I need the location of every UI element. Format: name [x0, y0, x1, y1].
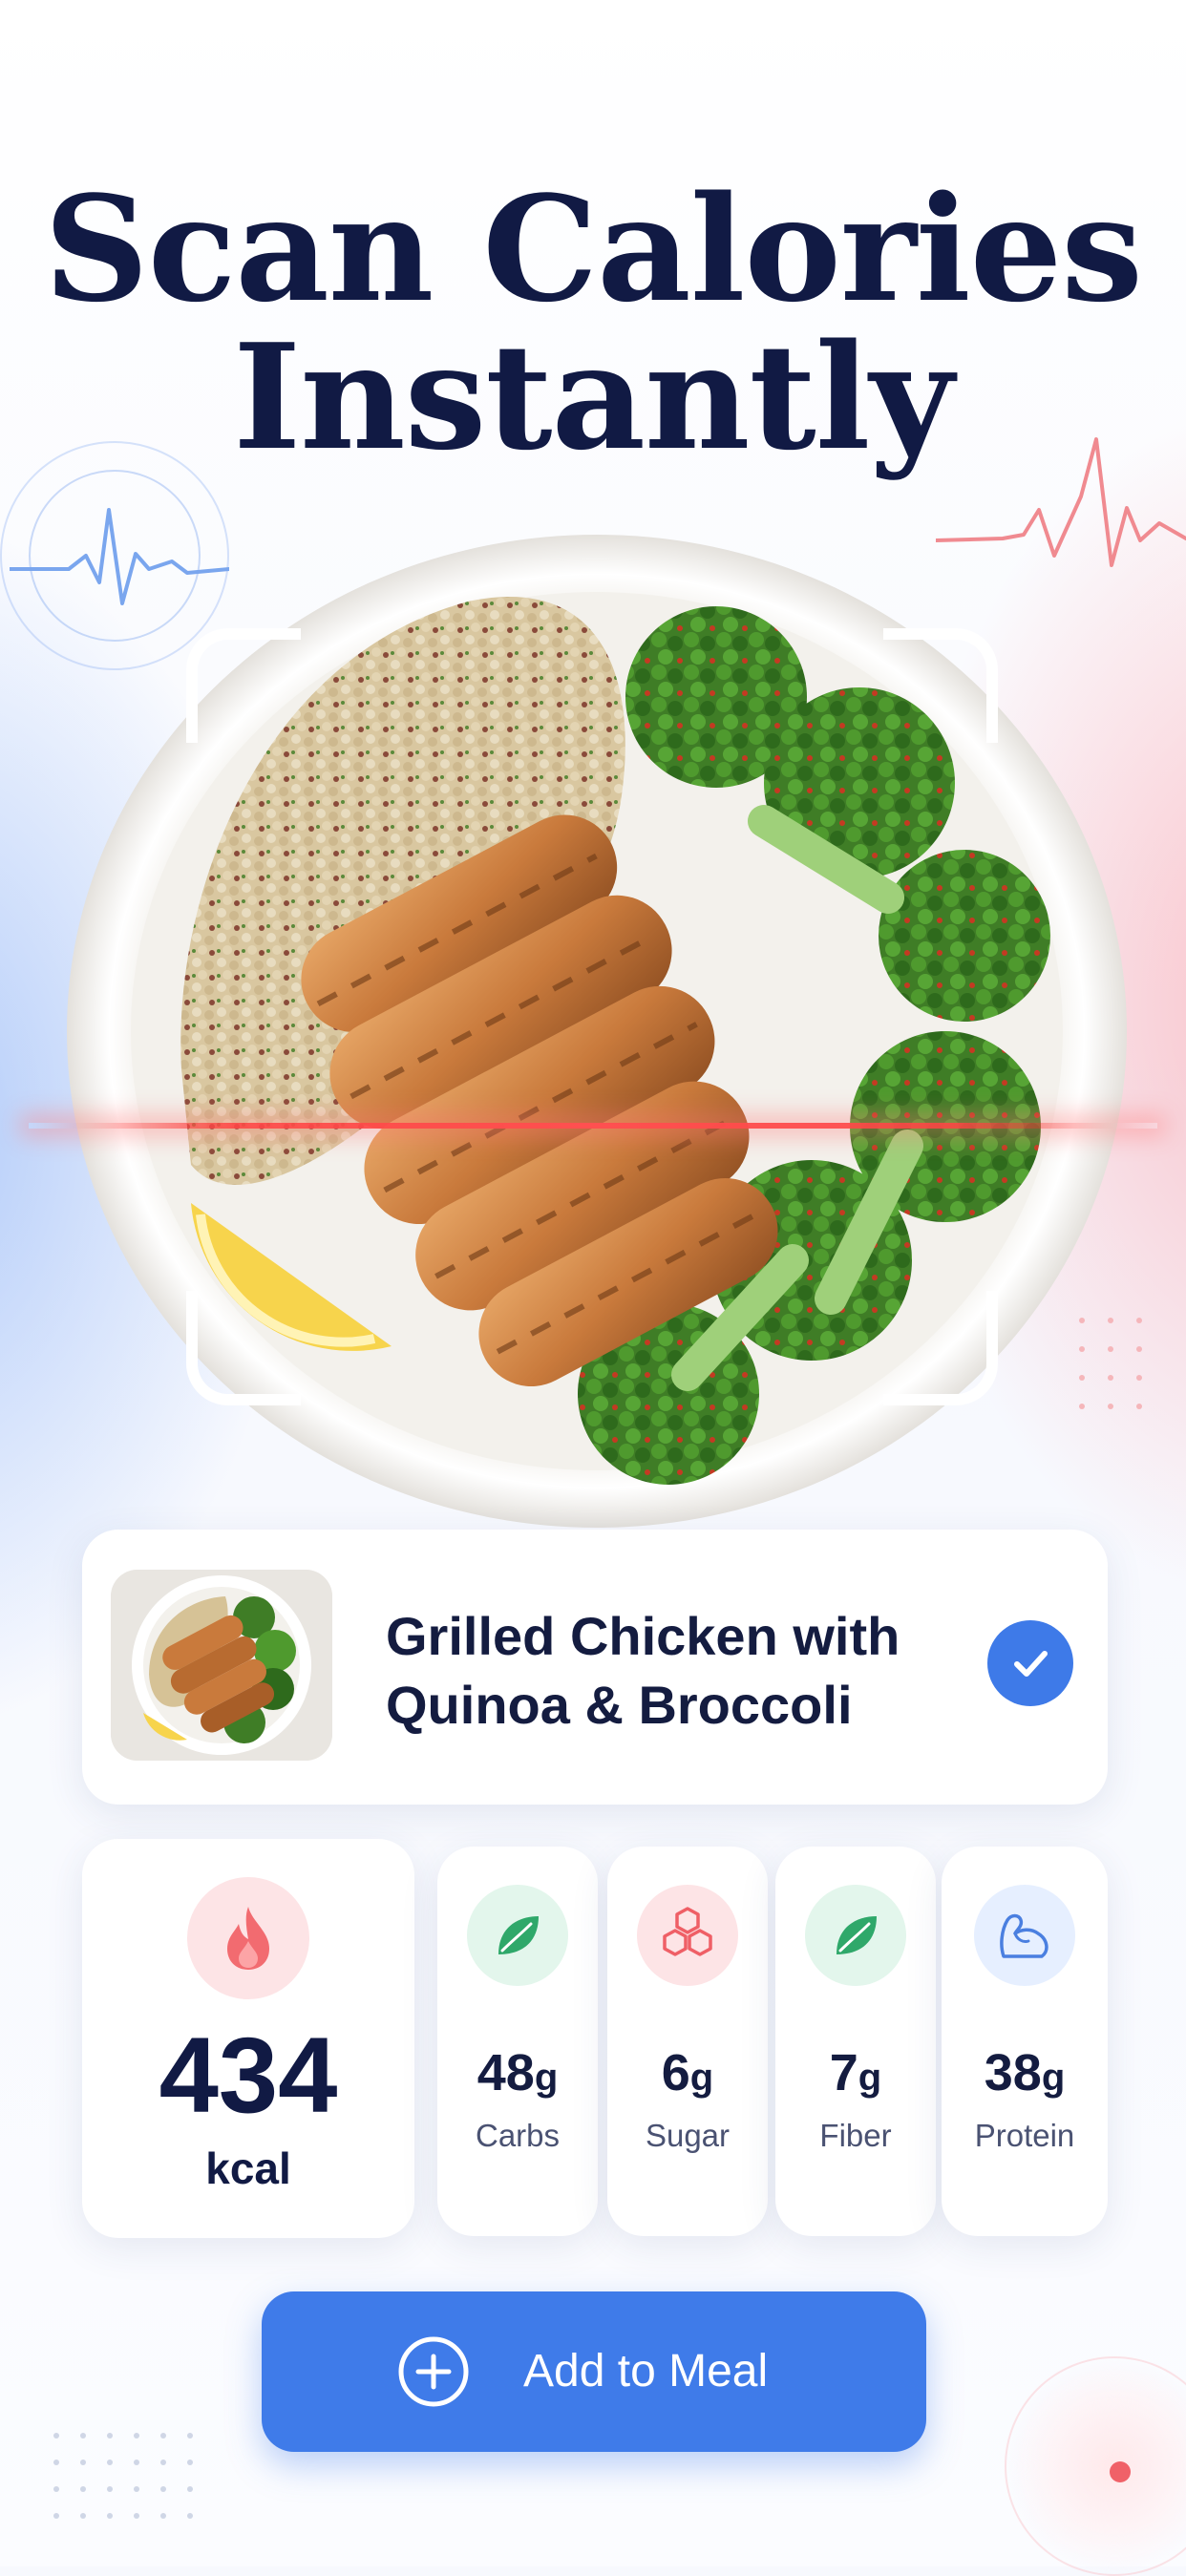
calories-unit: kcal — [205, 2143, 291, 2193]
add-to-meal-button[interactable]: Add to Meal — [262, 2291, 926, 2452]
carbs-label: Carbs — [475, 2118, 561, 2153]
scan-frame-corner-bottom-left — [186, 1291, 301, 1405]
fiber-value: 7g — [829, 2044, 882, 2101]
protein-value: 38g — [984, 2044, 1066, 2101]
calories-card: 434 kcal — [82, 1839, 414, 2238]
protein-icon-badge — [974, 1885, 1075, 1986]
record-dot-icon — [1110, 2461, 1131, 2482]
add-to-meal-label: Add to Meal — [523, 2346, 769, 2397]
fiber-label: Fiber — [819, 2118, 892, 2153]
sugar-value: 6g — [661, 2044, 714, 2101]
meal-name-line-2: Quinoa & Broccoli — [386, 1675, 853, 1735]
verified-check-button[interactable] — [987, 1620, 1073, 1706]
nutrient-card-fiber: 7g Fiber — [775, 1847, 936, 2236]
nutrient-card-protein: 38g Protein — [942, 1847, 1108, 2236]
carbs-icon-badge — [467, 1885, 568, 1986]
headline-line-2: Instantly — [233, 311, 954, 482]
fiber-icon-badge — [805, 1885, 906, 1986]
meal-result-card[interactable]: Grilled Chicken with Quinoa & Broccoli — [82, 1530, 1108, 1805]
headline-line-1: Scan Calories — [44, 163, 1143, 334]
plus-circle-icon — [398, 2336, 469, 2407]
flame-icon — [227, 1907, 269, 1970]
nutrient-card-carbs: 48g Carbs — [437, 1847, 598, 2236]
scan-frame-corner-top-right — [883, 628, 998, 743]
sugar-icon-badge — [637, 1885, 738, 1986]
scan-frame-corner-bottom-right — [883, 1291, 998, 1405]
leaf-icon — [498, 1916, 539, 1954]
scan-line — [29, 1123, 1157, 1129]
leaf-icon — [837, 1916, 877, 1954]
scan-frame-corner-top-left — [186, 628, 301, 743]
dot-grid-decoration-left — [53, 2433, 216, 2538]
calories-value: 434 — [159, 2016, 338, 2135]
meal-name-line-1: Grilled Chicken with — [386, 1606, 900, 1666]
meal-name: Grilled Chicken with Quinoa & Broccoli — [386, 1602, 959, 1740]
hexagon-cluster-icon — [663, 1907, 712, 1956]
flexed-arm-icon — [1000, 1913, 1048, 1958]
nutrient-card-sugar: 6g Sugar — [607, 1847, 768, 2236]
dot-grid-decoration-right — [1079, 1318, 1175, 1461]
sugar-label: Sugar — [645, 2118, 731, 2153]
protein-label: Protein — [974, 2118, 1075, 2153]
check-icon — [1014, 1651, 1048, 1677]
calorie-icon-badge — [187, 1877, 309, 1999]
meal-thumbnail — [111, 1570, 332, 1761]
carbs-value: 48g — [477, 2044, 559, 2101]
